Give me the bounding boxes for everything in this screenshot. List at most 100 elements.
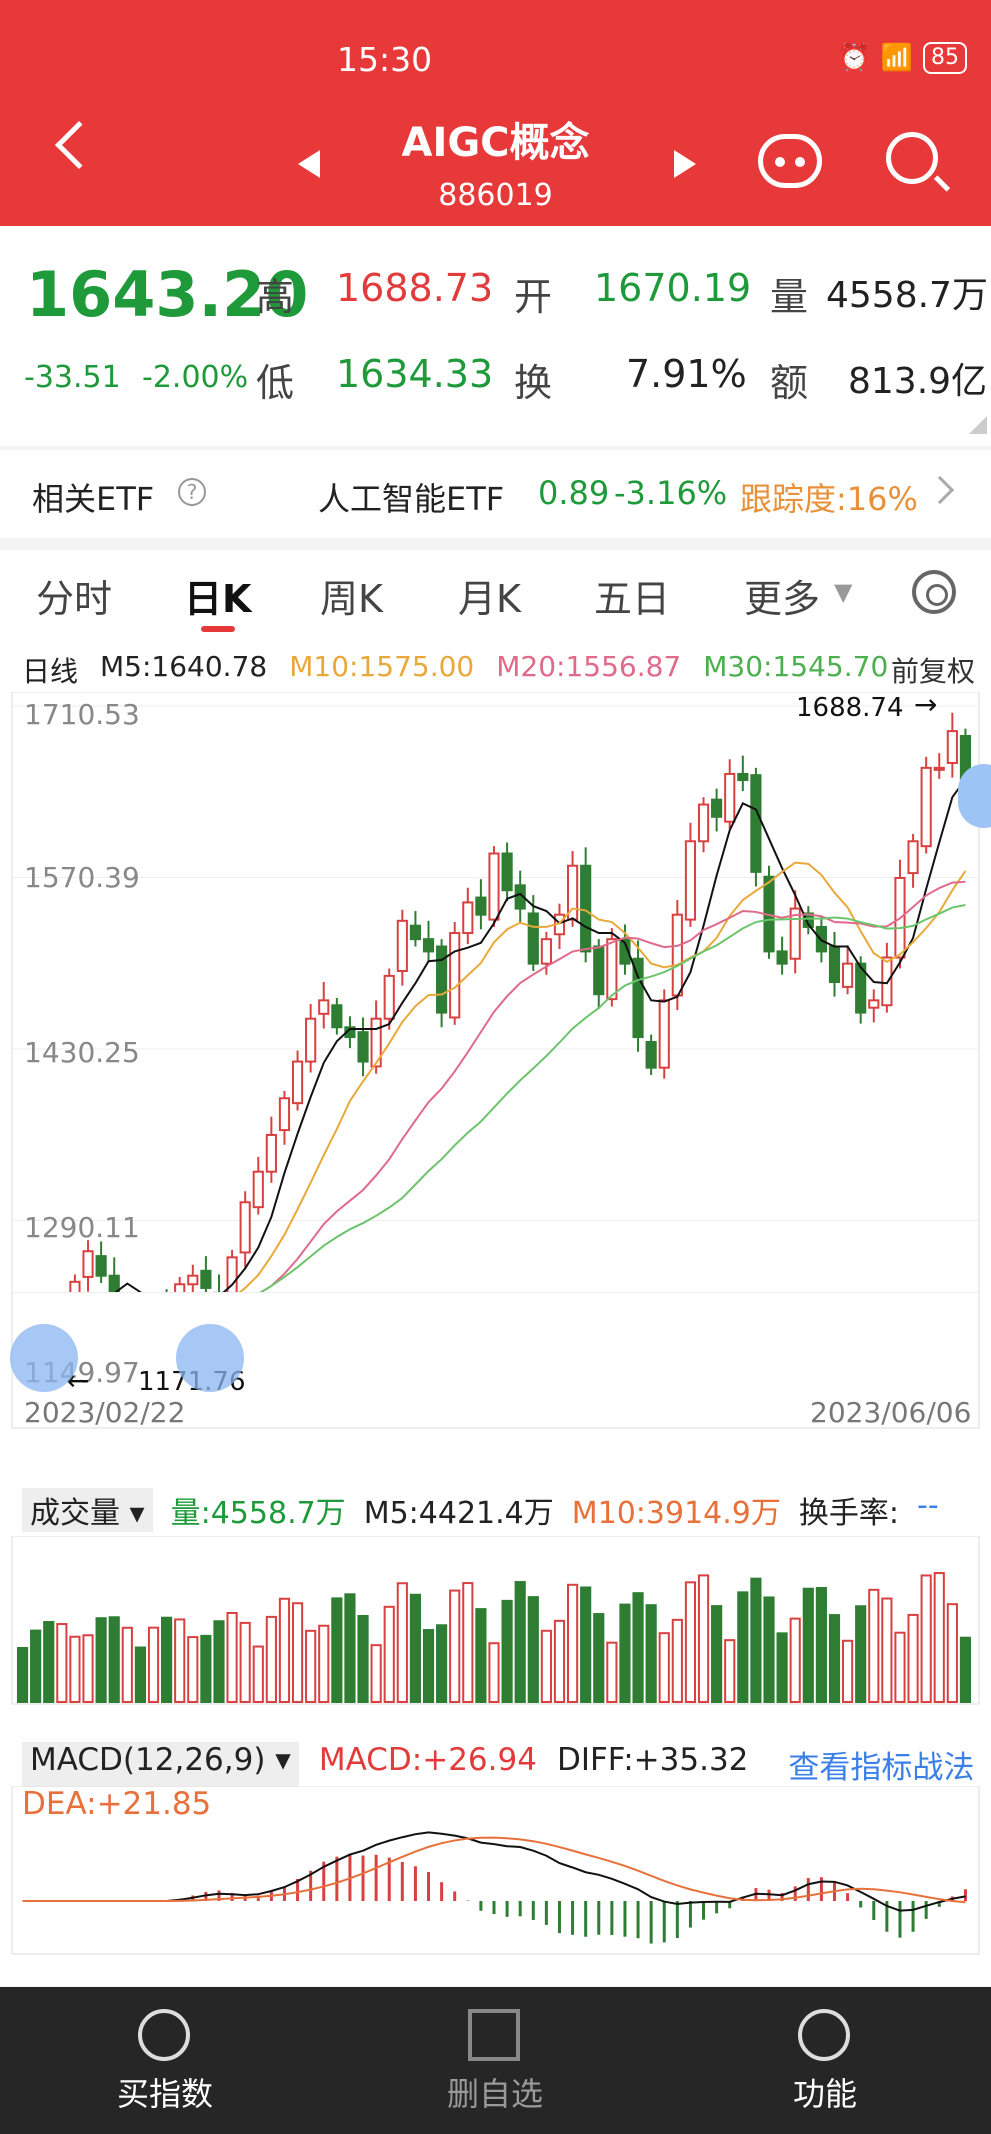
header: 15:30 ⏰ 📶 85 AIGC概念 886019: [0, 0, 991, 226]
volume-bar: [147, 1626, 160, 1703]
candle-body: [252, 1170, 264, 1209]
candle-body: [305, 1017, 317, 1063]
dea-line: [22, 1836, 966, 1904]
candle-body: [684, 840, 697, 921]
candle-body: [449, 932, 461, 1019]
volume-bar: [409, 1593, 422, 1703]
volume-bar: [436, 1624, 448, 1703]
zoom-in-button[interactable]: [176, 1324, 244, 1392]
help-icon[interactable]: ?: [178, 478, 206, 506]
tab-daily-k[interactable]: 日K: [184, 568, 251, 623]
volume-bar: [828, 1614, 841, 1703]
volume-bar: [69, 1635, 81, 1703]
volume-bar: [370, 1644, 382, 1704]
max-price-label: 1688.74: [796, 693, 904, 723]
wifi-icon: 📶: [880, 43, 913, 73]
chevron-right-icon[interactable]: [925, 475, 955, 505]
candle-body: [396, 919, 408, 972]
related-etf-row[interactable]: 相关ETF ? 人工智能ETF 0.89 -3.16% 跟踪度:16%: [0, 450, 991, 538]
tab-intraday[interactable]: 分时: [36, 568, 112, 623]
candle-body: [331, 1004, 343, 1029]
candle-body: [724, 772, 736, 823]
ma-line-m30: [259, 904, 966, 1292]
functions-button[interactable]: 功能: [660, 1987, 990, 2134]
macd-chart[interactable]: [0, 1786, 991, 1956]
strategy-link[interactable]: 查看指标战法: [788, 1742, 974, 1787]
buy-index-icon: [138, 2009, 190, 2061]
volume-bar: [16, 1647, 29, 1703]
settings-icon[interactable]: [912, 570, 956, 614]
tab-weekly-k[interactable]: 周K: [320, 568, 383, 623]
candle-body: [776, 950, 788, 965]
volume-selector[interactable]: 成交量 ▾: [22, 1488, 153, 1532]
floating-assistant-icon[interactable]: [958, 764, 991, 828]
amount-label: 额: [770, 361, 809, 405]
volume-bar: [933, 1572, 945, 1703]
volume-bar: [789, 1617, 801, 1703]
volume-bar: [357, 1615, 369, 1703]
tab-monthly-k[interactable]: 月K: [458, 568, 521, 623]
candle-body: [527, 912, 539, 965]
etf-price: 0.89: [538, 474, 610, 512]
turnover-rate-value: --: [917, 1488, 939, 1523]
candle-body: [187, 1274, 199, 1286]
tab-more[interactable]: 更多: [744, 568, 820, 623]
volume-bar: [580, 1586, 592, 1703]
date-end: 2023/06/06: [810, 1396, 971, 1429]
macd-selector[interactable]: MACD(12,26,9) ▾: [22, 1742, 299, 1787]
volume-bar: [553, 1619, 566, 1703]
candle-body: [868, 999, 880, 1009]
minus-square-icon: [468, 2009, 520, 2061]
expand-corner-icon[interactable]: [969, 416, 987, 434]
etf-track: 跟踪度:16%: [740, 480, 918, 518]
volume-bar: [540, 1629, 552, 1703]
volume-bar: [174, 1618, 186, 1703]
ytick-3: 1290.11: [24, 1211, 140, 1244]
volume-bar: [82, 1634, 94, 1703]
status-time: 15:30: [337, 40, 433, 79]
candle-body: [501, 852, 513, 892]
candle-body: [697, 803, 710, 843]
volume-title: 成交量: [30, 1496, 120, 1531]
ytick-2: 1430.25: [24, 1036, 140, 1069]
volume-bar: [108, 1616, 120, 1703]
remove-watchlist-label: 删自选: [446, 2075, 543, 2113]
volume-bar: [763, 1596, 775, 1703]
tab-five-day[interactable]: 五日: [594, 568, 670, 623]
volume-bar: [514, 1581, 526, 1704]
volume-chart[interactable]: [0, 1536, 991, 1706]
candle-body: [842, 962, 854, 988]
zoom-out-button[interactable]: [10, 1324, 78, 1392]
buy-index-button[interactable]: 买指数: [0, 1987, 330, 2134]
open-label: 开: [514, 275, 553, 319]
volume-bar: [95, 1617, 107, 1703]
volume-bar: [658, 1632, 670, 1703]
volume-bar: [776, 1632, 788, 1703]
candle-body: [671, 913, 683, 997]
kline-chart[interactable]: 1710.53 1570.39 1430.25 1290.11 1688.74 …: [0, 692, 991, 1292]
candle-body: [174, 1283, 186, 1292]
volume-bar: [566, 1583, 579, 1704]
candle-body: [108, 1274, 120, 1292]
search-icon[interactable]: [886, 132, 938, 184]
volume-bar: [43, 1621, 55, 1703]
volume-bar: [488, 1642, 500, 1703]
high-label: 高: [256, 275, 295, 319]
volume-bar: [593, 1613, 605, 1703]
candle-body: [946, 730, 958, 764]
price-change: -33.51: [24, 360, 121, 395]
ma5-label: M5:1640.78: [100, 650, 268, 683]
remove-watchlist-button[interactable]: 删自选: [330, 1987, 660, 2134]
adjust-mode[interactable]: 前复权: [891, 650, 975, 690]
candle-body: [540, 938, 552, 965]
volume-bar: [291, 1602, 304, 1703]
candle-body: [475, 896, 487, 916]
high-value: 1688.73: [336, 266, 494, 310]
volume-bar: [422, 1629, 435, 1703]
volume-bar: [724, 1639, 736, 1703]
volume-bar: [881, 1597, 893, 1703]
assistant-icon[interactable]: [758, 134, 822, 188]
volume-bar: [239, 1621, 251, 1703]
candle-body: [82, 1250, 94, 1278]
alarm-icon: ⏰: [838, 43, 871, 73]
